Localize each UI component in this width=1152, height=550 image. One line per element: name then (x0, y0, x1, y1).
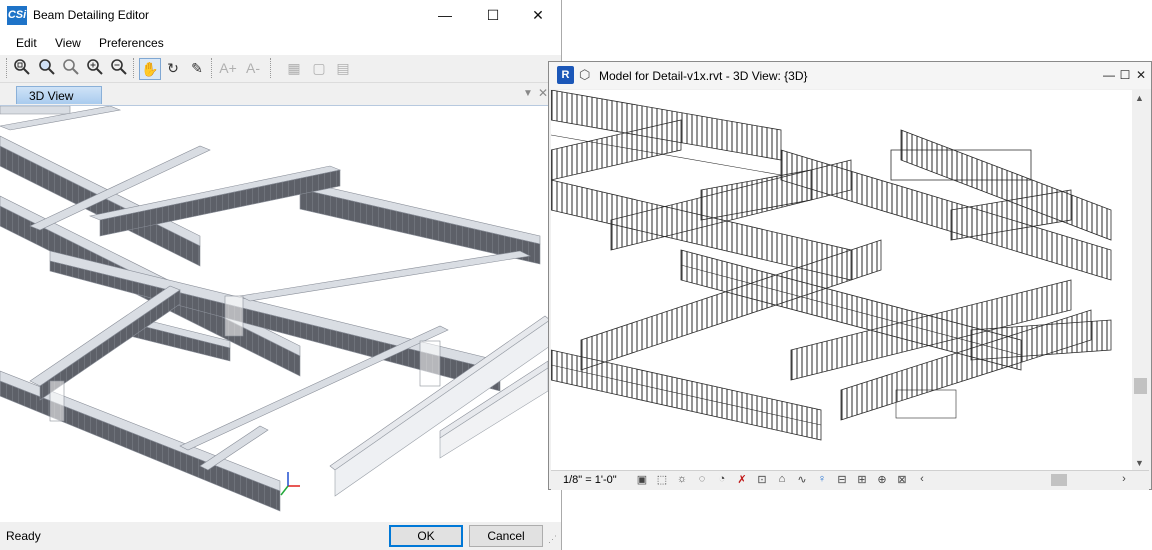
beam-grid-drawing (0, 105, 551, 512)
revit-3d-view-window: R ⬡ Model for Detail-v1x.rvt - 3D View: … (548, 61, 1152, 490)
sun-path-icon[interactable]: ☼ (675, 473, 689, 485)
vertical-scroll-thumb[interactable] (1134, 378, 1147, 394)
tab-3d-view[interactable]: 3D View (16, 86, 102, 104)
revit-3d-viewport[interactable] (551, 90, 1132, 470)
zoom-in-icon[interactable] (85, 58, 105, 78)
edit-icon[interactable]: ✎ (187, 58, 207, 78)
render-icon[interactable]: ◔ (715, 473, 729, 485)
pan-icon[interactable]: ✋ (139, 58, 161, 80)
scroll-up-icon[interactable]: ▲ (1135, 93, 1144, 103)
menu-view[interactable]: View (55, 36, 81, 50)
menu-bar: Edit View Preferences (0, 31, 561, 55)
revit-maximize-button[interactable]: ☐ (1118, 68, 1132, 82)
toolbar-grip[interactable] (6, 58, 8, 78)
status-text: Ready (6, 529, 41, 543)
shadows-icon[interactable]: ◌ (695, 473, 709, 485)
resize-grip-icon[interactable]: ⋰ (548, 534, 557, 545)
revit-window-title: Model for Detail-v1x.rvt - 3D View: {3D} (599, 69, 808, 83)
toolbar-separator (133, 58, 135, 78)
temporary-hide-icon[interactable]: ∿ (795, 473, 809, 486)
horizontal-scroll-thumb[interactable] (1051, 474, 1067, 486)
maximize-button[interactable]: ☐ (470, 0, 516, 31)
zoom-out-icon[interactable] (109, 58, 129, 78)
font-increase-icon[interactable]: A+ (217, 58, 239, 78)
scroll-down-icon[interactable]: ▼ (1135, 458, 1144, 468)
toolbar-separator (211, 58, 213, 78)
analytical-model-icon[interactable]: ⊕ (875, 473, 889, 486)
constraints-icon[interactable]: ‹ (915, 473, 929, 485)
worksharing-icon[interactable]: ⊞ (855, 473, 869, 486)
toolbar: ✋ ↻ ✎ A+ A- ▦ ▢ ▤ (0, 55, 561, 83)
view-control-bar: 1/8" = 1'-0" ▣ ⬚ ☼ ◌ ◔ ✗ ⊡ ⌂ ∿ ♀ ⊟ ⊞ ⊕ ⊠… (551, 470, 1149, 490)
axis-triad-icon (280, 472, 300, 496)
menu-edit[interactable]: Edit (16, 36, 37, 50)
rebar-cage-drawing (551, 90, 1112, 441)
csi-app-icon: CSi (7, 6, 27, 25)
view-scale[interactable]: 1/8" = 1'-0" (563, 474, 617, 486)
detail-level-icon[interactable]: ▣ (635, 473, 649, 486)
revit-minimize-button[interactable]: — (1102, 68, 1116, 82)
font-decrease-icon[interactable]: A- (242, 58, 264, 78)
tab-close-icon[interactable]: ✕ (538, 86, 548, 100)
zoom-window-icon[interactable] (12, 58, 32, 78)
window-title: Beam Detailing Editor (33, 8, 150, 22)
3d-view-cube-icon: ⬡ (579, 67, 591, 82)
view-tabstrip: 3D View ▼ ✕ (0, 83, 561, 105)
menu-preferences[interactable]: Preferences (99, 36, 164, 50)
zoom-fit-icon[interactable] (37, 58, 57, 78)
minimize-button[interactable]: — (422, 0, 468, 31)
scroll-right-icon[interactable]: › (1117, 473, 1131, 485)
unlock-3d-icon[interactable]: ⌂ (775, 473, 789, 485)
beam-detailing-editor-window: CSi Beam Detailing Editor — ☐ ✕ Edit Vie… (0, 0, 562, 550)
show-crop-icon[interactable]: ⊡ (755, 473, 769, 486)
revit-title-bar[interactable]: R ⬡ Model for Detail-v1x.rvt - 3D View: … (549, 62, 1151, 89)
cancel-button[interactable]: Cancel (469, 525, 543, 547)
visual-style-icon[interactable]: ⬚ (655, 473, 669, 486)
revit-app-icon: R (557, 66, 574, 84)
vertical-scrollbar[interactable]: ▲ ▼ (1132, 90, 1149, 470)
zoom-previous-icon[interactable] (61, 58, 81, 78)
tab-dropdown-icon[interactable]: ▼ (523, 88, 533, 99)
toggle-section-icon[interactable]: ▢ (309, 58, 329, 78)
crop-view-icon[interactable]: ✗ (735, 473, 749, 486)
revit-close-button[interactable]: ✕ (1134, 68, 1148, 82)
3d-beam-viewport[interactable] (0, 105, 561, 522)
title-bar[interactable]: CSi Beam Detailing Editor — ☐ ✕ (0, 0, 561, 31)
reveal-hidden-icon[interactable]: ♀ (815, 473, 829, 485)
temporary-properties-icon[interactable]: ⊟ (835, 473, 849, 486)
toggle-panel-icon[interactable]: ▤ (333, 58, 353, 78)
toolbar-separator (270, 58, 272, 78)
highlight-displacement-icon[interactable]: ⊠ (895, 473, 909, 486)
status-bar: Ready OK Cancel ⋰ (0, 522, 561, 550)
toggle-rebar-icon[interactable]: ▦ (284, 58, 304, 78)
ok-button[interactable]: OK (389, 525, 463, 547)
rotate-icon[interactable]: ↻ (163, 58, 183, 78)
close-button[interactable]: ✕ (515, 0, 561, 31)
